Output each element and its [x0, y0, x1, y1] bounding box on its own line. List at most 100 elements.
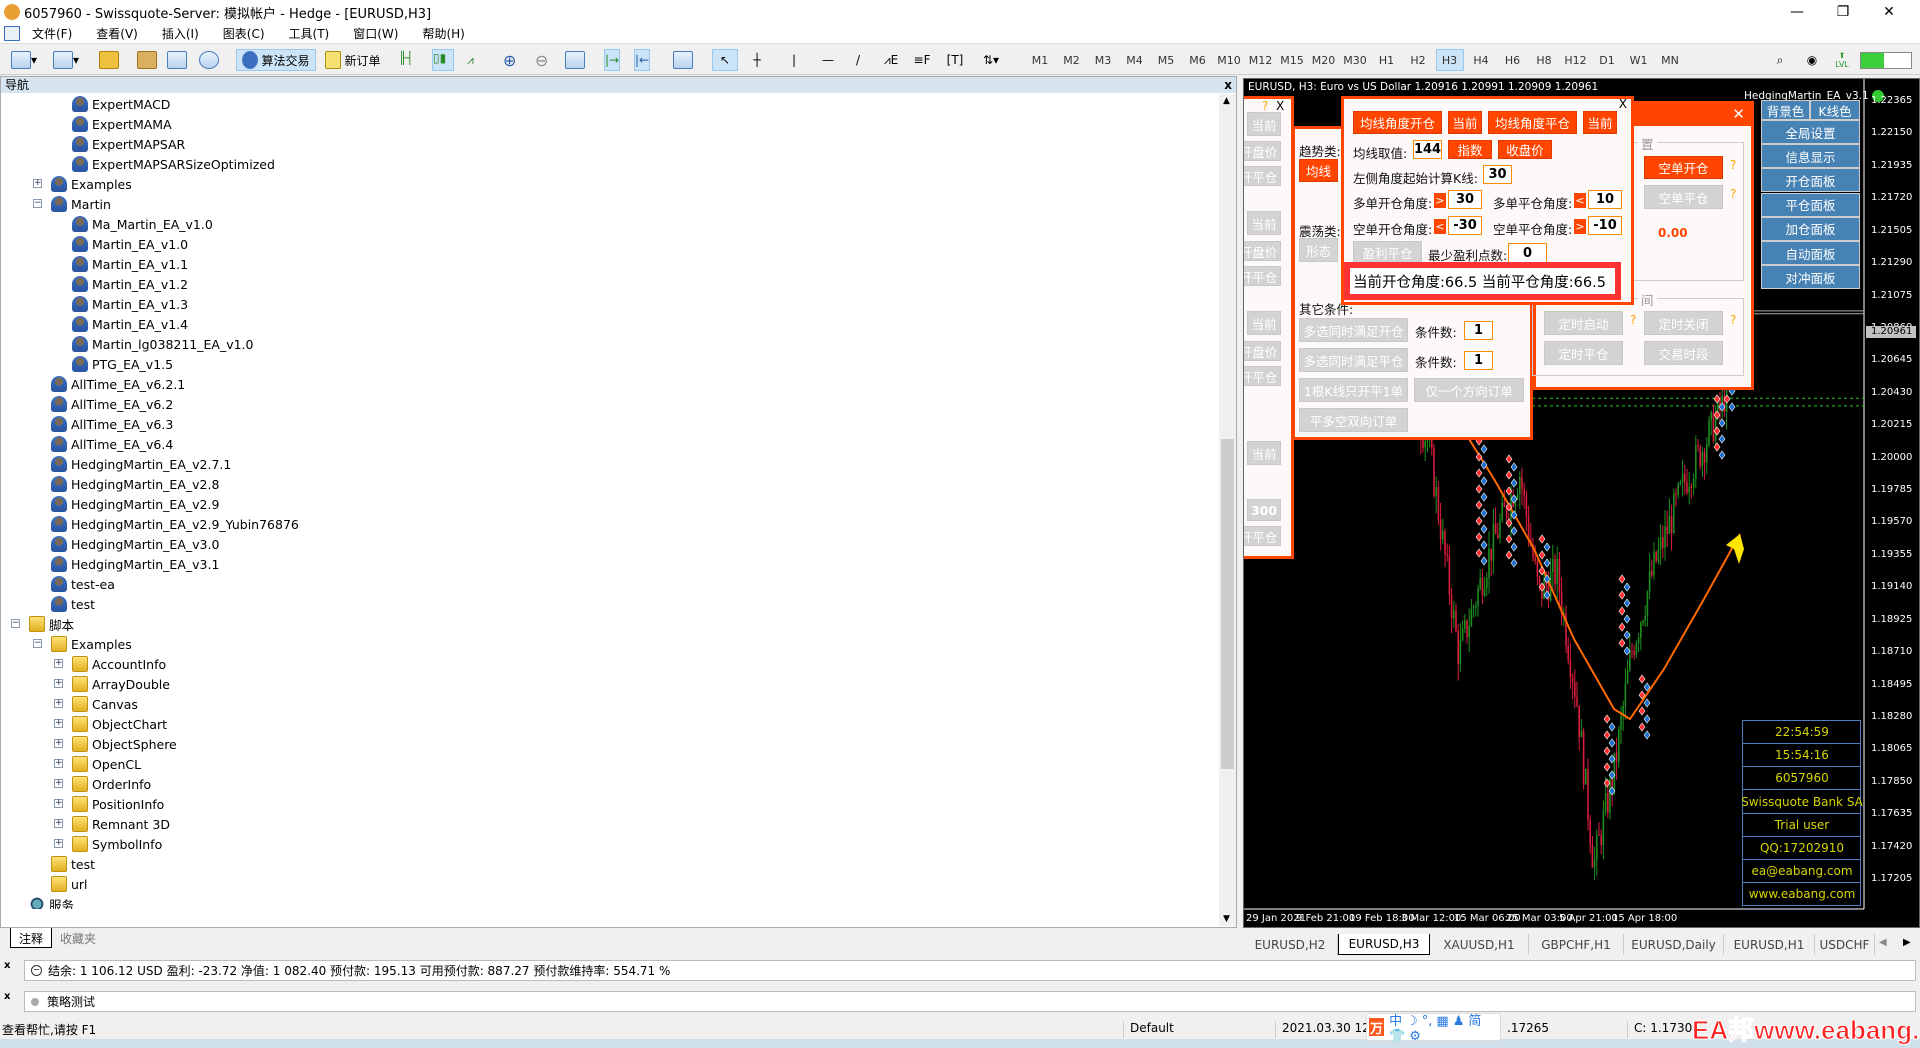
- help-icon[interactable]: ?: [1730, 187, 1736, 201]
- tab-scroll-right-icon[interactable]: ▶: [1903, 937, 1911, 948]
- templates-button[interactable]: [672, 49, 694, 71]
- tree-item[interactable]: Martin_EA_v1.3: [72, 294, 188, 314]
- ea-menu-item[interactable]: 平仓面板: [1761, 192, 1860, 217]
- start-bar-input[interactable]: 30: [1483, 165, 1512, 184]
- ime-icon[interactable]: ▦: [1436, 1014, 1448, 1029]
- chart-tab[interactable]: EURUSD,H3: [1338, 934, 1430, 955]
- zoom-out-button[interactable]: ⊖: [534, 49, 549, 71]
- timeframe-h4[interactable]: H4: [1467, 49, 1495, 71]
- help-icon[interactable]: ?: [1730, 158, 1736, 172]
- algo-trading-button[interactable]: 算法交易: [236, 49, 316, 71]
- horizontal-line-button[interactable]: —: [816, 49, 840, 71]
- tree-item[interactable]: AllTime_EA_v6.2.1: [51, 374, 185, 394]
- tree-item[interactable]: ExpertMACD: [72, 94, 170, 114]
- tree-item[interactable]: Ma_Martin_EA_v1.0: [72, 214, 213, 234]
- timer-start-button[interactable]: 定时启动: [1544, 311, 1623, 335]
- tree-item[interactable]: Canvas: [72, 694, 138, 714]
- tree-item[interactable]: HedgingMartin_EA_v3.0: [51, 534, 219, 554]
- tree-item[interactable]: ExpertMAMA: [72, 114, 172, 134]
- ea-menu-item[interactable]: 信息显示: [1761, 144, 1860, 169]
- ma-panel-close-button[interactable]: X: [1619, 97, 1627, 111]
- expand-icon[interactable]: +: [54, 839, 63, 848]
- close-count-input[interactable]: 1: [1464, 351, 1493, 370]
- close-tester-icon[interactable]: x: [4, 991, 10, 1002]
- timeframe-w1[interactable]: W1: [1625, 49, 1653, 71]
- ea-menu-item[interactable]: 加仓面板: [1761, 216, 1860, 241]
- new-order-button[interactable]: 新订单: [322, 49, 384, 71]
- elliott-button[interactable]: ⩘E: [878, 49, 904, 71]
- expand-icon[interactable]: +: [54, 739, 63, 748]
- expand-icon[interactable]: +: [54, 779, 63, 788]
- chart-tab[interactable]: EURUSD,H2: [1243, 934, 1338, 955]
- tree-item[interactable]: HedgingMartin_EA_v3.1: [51, 554, 219, 574]
- short-close-angle-input[interactable]: -10: [1588, 216, 1622, 235]
- timeframe-mn[interactable]: MN: [1656, 49, 1684, 71]
- tree-item[interactable]: Martin_EA_v1.0: [72, 234, 188, 254]
- left-panel-button[interactable]: 开盘价: [1244, 141, 1281, 161]
- left-panel-button[interactable]: 开平仓: [1244, 366, 1281, 386]
- ma-price-button[interactable]: 收盘价: [1498, 140, 1552, 159]
- text-button[interactable]: [T]: [944, 49, 966, 71]
- expand-icon[interactable]: +: [54, 759, 63, 768]
- expand-icon[interactable]: +: [54, 719, 63, 728]
- menu-tools[interactable]: 工具(T): [289, 25, 330, 42]
- cursor-button[interactable]: ↖: [712, 49, 738, 71]
- close-window-button[interactable]: ✕: [1866, 0, 1912, 24]
- tree-item[interactable]: Martin_lg038211_EA_v1.0: [72, 334, 253, 354]
- expand-icon[interactable]: +: [33, 179, 42, 188]
- timeframe-m4[interactable]: M4: [1121, 49, 1149, 71]
- ea-menu-item[interactable]: 开仓面板: [1761, 168, 1860, 193]
- menu-charts[interactable]: 图表(C): [223, 25, 265, 42]
- left-panel-close-button[interactable]: X: [1276, 99, 1284, 113]
- trade-button[interactable]: [98, 49, 120, 71]
- ime-icon[interactable]: 中: [1389, 1014, 1402, 1029]
- connection-status[interactable]: ⬆ LVL: [1830, 49, 1854, 71]
- tree-item[interactable]: HedgingMartin_EA_v2.9: [51, 494, 219, 514]
- multi-open-button[interactable]: 多选同时满足开仓: [1299, 318, 1408, 342]
- tab-scroll-left-icon[interactable]: ◀: [1879, 937, 1887, 948]
- scrollbar-thumb[interactable]: [1221, 439, 1234, 769]
- timeframe-m2[interactable]: M2: [1058, 49, 1086, 71]
- timeframe-m30[interactable]: M30: [1341, 49, 1369, 71]
- timeframe-h8[interactable]: H8: [1530, 49, 1558, 71]
- timeframe-m3[interactable]: M3: [1089, 49, 1117, 71]
- short-open-button[interactable]: 空单开仓: [1644, 156, 1723, 179]
- left-panel-button[interactable]: 开盘价: [1244, 341, 1281, 361]
- scroll-down-icon[interactable]: ▼: [1223, 914, 1230, 924]
- tree-item[interactable]: PositionInfo: [72, 794, 164, 814]
- tree-item[interactable]: ObjectChart: [72, 714, 167, 734]
- tree-item[interactable]: Remnant 3D: [72, 814, 170, 834]
- short-close-button[interactable]: 空单平仓: [1644, 185, 1723, 209]
- expand-icon[interactable]: +: [54, 799, 63, 808]
- chart-shift-button[interactable]: |←: [634, 49, 651, 71]
- new-chart-button[interactable]: ▾: [10, 49, 38, 71]
- cloud-button[interactable]: [166, 49, 188, 71]
- expand-icon[interactable]: +: [54, 699, 63, 708]
- chart-tab[interactable]: USDCHF: [1815, 934, 1875, 955]
- timeframe-m12[interactable]: M12: [1247, 49, 1275, 71]
- search-button[interactable]: ⌕: [1768, 49, 1792, 71]
- tree-item[interactable]: 脚本: [29, 614, 74, 634]
- timeframe-m20[interactable]: M20: [1310, 49, 1338, 71]
- ea-menu-item[interactable]: 对冲面板: [1761, 265, 1860, 290]
- pattern-button[interactable]: 形态: [1299, 238, 1338, 262]
- chart-tab[interactable]: EURUSD,H1: [1724, 934, 1815, 955]
- vertical-line-button[interactable]: |: [784, 49, 804, 71]
- tree-item[interactable]: Martin: [51, 194, 111, 214]
- long-open-operator[interactable]: >: [1434, 193, 1446, 208]
- ime-icon[interactable]: 👕: [1389, 1029, 1405, 1044]
- collapse-icon[interactable]: −: [33, 639, 42, 648]
- left-panel-button[interactable]: 开盘价: [1244, 241, 1281, 261]
- help-icon[interactable]: ?: [1730, 313, 1736, 327]
- signals-button[interactable]: [198, 49, 220, 71]
- tree-item[interactable]: HedgingMartin_EA_v2.9_Yubin76876: [51, 514, 299, 534]
- ime-icon[interactable]: ♟: [1453, 1014, 1465, 1029]
- tree-item[interactable]: ExpertMAPSARSizeOptimized: [72, 154, 275, 174]
- fibonacci-button[interactable]: ≡F: [910, 49, 934, 71]
- timeframe-h2[interactable]: H2: [1404, 49, 1432, 71]
- ma-angle-open-button[interactable]: 均线角度开仓: [1353, 111, 1442, 134]
- tree-item[interactable]: url: [51, 874, 88, 894]
- left-panel-button[interactable]: 当前: [1247, 311, 1281, 335]
- tile-windows-button[interactable]: [564, 49, 586, 71]
- tree-item[interactable]: test-ea: [51, 574, 115, 594]
